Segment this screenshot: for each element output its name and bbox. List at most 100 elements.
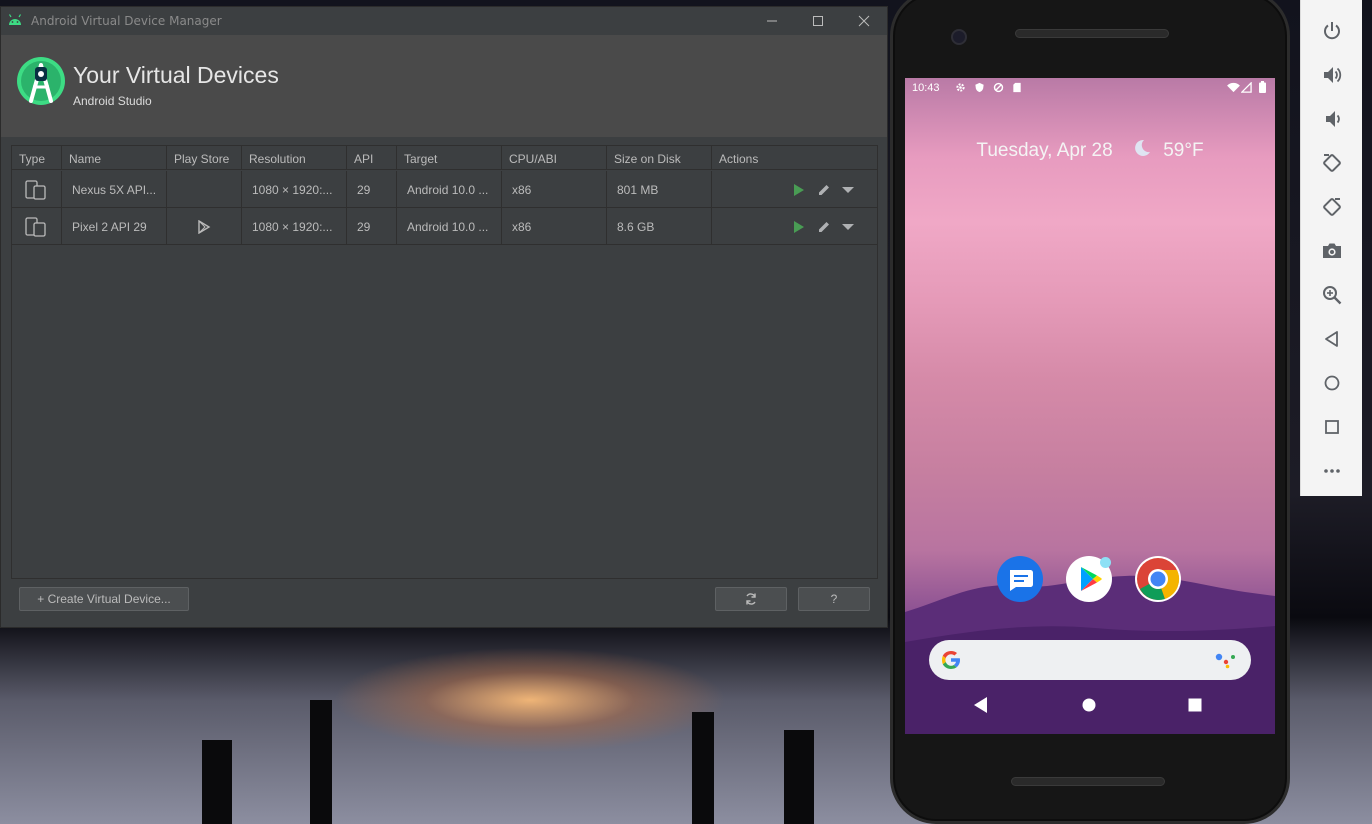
- edit-icon[interactable]: [816, 219, 832, 235]
- pier-post: [202, 740, 232, 824]
- back-icon[interactable]: [1321, 328, 1343, 350]
- messages-app-icon[interactable]: [997, 556, 1043, 602]
- temperature-text: 59°F: [1163, 140, 1204, 161]
- bottom-speaker: [1011, 777, 1165, 786]
- run-icon[interactable]: [790, 182, 806, 198]
- sd-card-icon: [1013, 82, 1021, 93]
- actions-cell: [712, 171, 877, 208]
- edit-icon[interactable]: [816, 182, 832, 198]
- device-resolution: 1080 × 1920:...: [242, 171, 347, 208]
- rotate-left-icon[interactable]: [1321, 152, 1343, 174]
- device-cpu: x86: [502, 208, 607, 245]
- avd-header: Your Virtual Devices Android Studio: [1, 35, 887, 137]
- page-subtitle: Android Studio: [73, 94, 152, 108]
- front-camera: [951, 29, 967, 45]
- chevron-down-icon[interactable]: [840, 182, 856, 198]
- rotate-right-icon[interactable]: [1321, 196, 1343, 218]
- nav-overview-icon[interactable]: [1187, 696, 1203, 714]
- create-virtual-device-button[interactable]: + Create Virtual Device...: [19, 587, 189, 611]
- earpiece-speaker: [1015, 29, 1169, 38]
- column-header-actions[interactable]: Actions: [712, 146, 877, 170]
- column-header-play-store[interactable]: Play Store: [167, 146, 242, 170]
- power-icon[interactable]: [1321, 20, 1343, 42]
- device-api: 29: [347, 171, 397, 208]
- settings-icon: [956, 83, 965, 92]
- device-size: 8.6 GB: [607, 208, 712, 245]
- more-icon[interactable]: [1321, 460, 1343, 482]
- date-weather-widget[interactable]: Tuesday, Apr 28 59°F: [905, 138, 1275, 162]
- column-header-size[interactable]: Size on Disk: [607, 146, 712, 170]
- table-header: Type Name Play Store Resolution API Targ…: [12, 146, 877, 170]
- device-name: Nexus 5X API...: [62, 171, 167, 208]
- play-store-cell: [167, 208, 242, 245]
- phone-tablet-icon: [25, 180, 46, 200]
- device-table: Type Name Play Store Resolution API Targ…: [11, 145, 878, 579]
- window-titlebar[interactable]: Android Virtual Device Manager: [1, 7, 887, 35]
- column-header-target[interactable]: Target: [397, 146, 502, 170]
- avd-manager-window: Android Virtual Device Manager Your Virt…: [0, 6, 888, 628]
- emulator-device-frame: 10:43 Tuesday, Apr 28 59°F: [890, 0, 1290, 824]
- volume-up-icon[interactable]: [1321, 64, 1343, 86]
- table-row[interactable]: Nexus 5X API... 1080 × 1920:... 29 Andro…: [12, 171, 877, 208]
- emulator-screen[interactable]: 10:43 Tuesday, Apr 28 59°F: [905, 78, 1275, 734]
- table-row[interactable]: Pixel 2 API 29 1080 × 1920:... 29 Androi…: [12, 208, 877, 245]
- maximize-icon: [813, 16, 823, 26]
- column-header-api[interactable]: API: [347, 146, 397, 170]
- device-size: 801 MB: [607, 171, 712, 208]
- android-icon: [8, 14, 22, 25]
- page-title: Your Virtual Devices: [73, 62, 279, 88]
- column-header-resolution[interactable]: Resolution: [242, 146, 347, 170]
- refresh-icon: [746, 593, 756, 605]
- battery-icon: [1259, 81, 1266, 93]
- device-target: Android 10.0 ...: [397, 171, 502, 208]
- actions-cell: [712, 208, 877, 245]
- play-store-small-icon: [198, 220, 211, 234]
- run-icon[interactable]: [790, 219, 806, 235]
- device-api: 29: [347, 208, 397, 245]
- nav-back-icon[interactable]: [973, 696, 989, 714]
- close-button[interactable]: [841, 7, 887, 35]
- home-icon[interactable]: [1321, 372, 1343, 394]
- chrome-icon: [1137, 558, 1180, 601]
- status-bar: 10:43: [905, 78, 1275, 98]
- minimize-button[interactable]: [749, 7, 795, 35]
- signal-icon: [1241, 82, 1252, 93]
- type-cell: [12, 171, 62, 208]
- camera-icon[interactable]: [1321, 240, 1343, 262]
- type-cell: [12, 208, 62, 245]
- pier-post: [784, 730, 814, 824]
- messages-icon: [1010, 570, 1033, 591]
- status-time: 10:43: [912, 82, 940, 94]
- close-icon: [858, 15, 870, 27]
- column-header-cpu[interactable]: CPU/ABI: [502, 146, 607, 170]
- device-target: Android 10.0 ...: [397, 208, 502, 245]
- data-saver-icon: [993, 82, 1004, 93]
- volume-down-icon[interactable]: [1321, 108, 1343, 130]
- help-button[interactable]: ?: [798, 587, 870, 611]
- android-studio-logo: [17, 57, 65, 105]
- play-store-cell: [167, 171, 242, 208]
- zoom-icon[interactable]: [1321, 284, 1343, 306]
- column-header-name[interactable]: Name: [62, 146, 167, 170]
- emulator-toolbar: [1300, 0, 1362, 496]
- nav-home-icon[interactable]: [1081, 696, 1097, 714]
- chrome-app-icon[interactable]: [1135, 556, 1181, 602]
- shield-icon: [975, 82, 984, 93]
- chevron-down-icon[interactable]: [840, 219, 856, 235]
- maximize-button[interactable]: [795, 7, 841, 35]
- window-title: Android Virtual Device Manager: [31, 14, 222, 28]
- device-name: Pixel 2 API 29: [62, 208, 167, 245]
- notification-dot: [1100, 557, 1111, 568]
- assistant-icon[interactable]: [1215, 651, 1237, 669]
- phone-tablet-icon: [25, 217, 46, 237]
- refresh-button[interactable]: [715, 587, 787, 611]
- wifi-icon: [1227, 82, 1240, 93]
- google-icon: [942, 651, 960, 669]
- google-search-bar[interactable]: [929, 640, 1251, 680]
- overview-icon[interactable]: [1321, 416, 1343, 438]
- minimize-icon: [767, 20, 777, 22]
- column-header-type[interactable]: Type: [12, 146, 62, 170]
- device-resolution: 1080 × 1920:...: [242, 208, 347, 245]
- device-cpu: x86: [502, 171, 607, 208]
- pier-post: [692, 712, 714, 824]
